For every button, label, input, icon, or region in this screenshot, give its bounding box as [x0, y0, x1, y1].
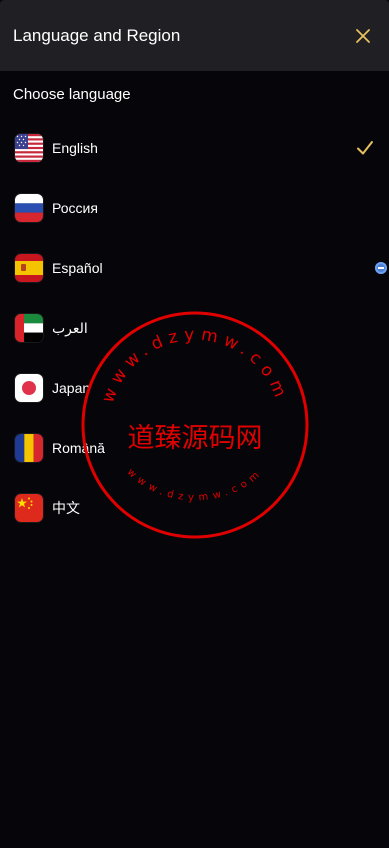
language-region-panel: Language and Region Choose language Engl…	[0, 0, 389, 848]
panel-header: Language and Region	[0, 0, 389, 71]
language-label: 中文	[52, 500, 80, 516]
checkmark-icon	[357, 141, 373, 155]
choose-language-label: Choose language	[13, 86, 131, 103]
scroll-indicator-icon[interactable]	[375, 262, 387, 274]
japan-flag-icon	[15, 374, 43, 402]
language-list: English Россия Español العرب Japan Român…	[0, 118, 389, 538]
us-flag-icon	[15, 134, 43, 162]
language-option-arabic[interactable]: العرب	[0, 298, 389, 358]
romania-flag-icon	[15, 434, 43, 462]
language-label: Россия	[52, 200, 98, 216]
language-option-spanish[interactable]: Español	[0, 238, 389, 298]
russia-flag-icon	[15, 194, 43, 222]
language-label: العرب	[52, 319, 88, 336]
language-label: English	[52, 140, 98, 156]
language-option-chinese[interactable]: 中文	[0, 478, 389, 538]
language-option-japanese[interactable]: Japan	[0, 358, 389, 418]
china-flag-icon	[15, 494, 43, 522]
uae-flag-icon	[15, 314, 43, 342]
close-icon	[356, 28, 370, 43]
language-option-romanian[interactable]: Română	[0, 418, 389, 478]
panel-title: Language and Region	[13, 25, 181, 45]
language-option-russian[interactable]: Россия	[0, 178, 389, 238]
language-label: Japan	[52, 380, 91, 396]
language-label: Română	[52, 440, 105, 456]
close-button[interactable]	[351, 24, 375, 48]
language-label: Español	[52, 260, 103, 276]
language-option-english[interactable]: English	[0, 118, 389, 178]
spain-flag-icon	[15, 254, 43, 282]
